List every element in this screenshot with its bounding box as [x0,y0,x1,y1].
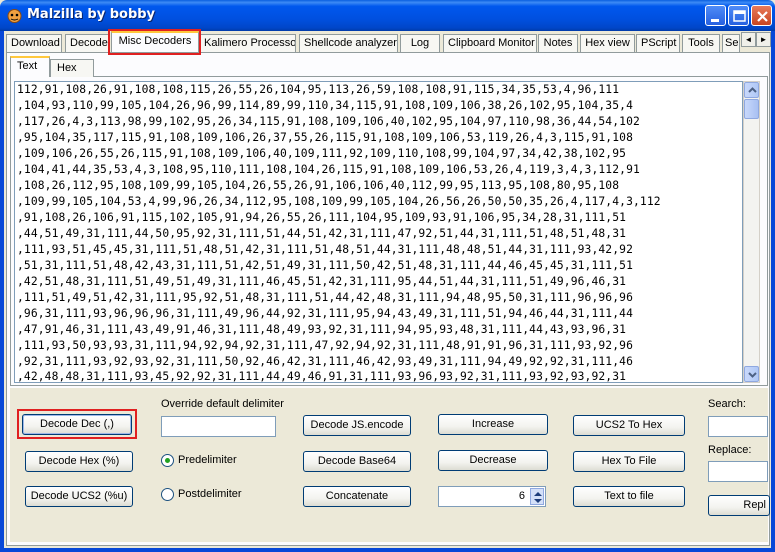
concatenate-button[interactable]: Concatenate [303,486,411,507]
window-frame-bottom [0,548,775,552]
subtab-label: Text [17,60,38,72]
tab-pscript[interactable]: PScript [636,34,680,52]
tab-label: Notes [543,37,573,49]
text-line: ,111,93,50,93,93,31,111,94,92,94,92,31,1… [17,339,633,352]
chevron-down-icon [748,372,757,378]
text-line: ,117,26,4,3,113,98,99,102,95,26,34,115,9… [17,115,640,128]
subtab-label: Hex [57,62,77,74]
tab-notes[interactable]: Notes [538,34,578,52]
radio-selected-dot [165,458,170,463]
close-icon [757,11,768,22]
replace-button[interactable]: Repl [708,495,770,516]
tab-label: Tools [688,37,714,49]
predelimiter-label: Predelimiter [178,454,237,466]
ucs2-to-hex-button[interactable]: UCS2 To Hex [573,415,685,436]
decode-ucs2-button[interactable]: Decode UCS2 (%u) [25,486,133,507]
delimiter-label: Override default delimiter [161,398,284,410]
replace-input[interactable] [708,461,768,482]
tab-decoder[interactable]: Decoder [65,34,109,52]
maximize-icon [733,10,746,22]
step-spinner[interactable]: 6 [438,486,546,507]
tab-hex-view[interactable]: Hex view [580,34,635,52]
tab-log[interactable]: Log [400,34,440,52]
minimize-icon [711,19,719,22]
spinner-buttons[interactable] [530,488,544,505]
search-label: Search: [708,398,746,410]
vertical-scrollbar[interactable] [743,81,760,383]
hex-to-file-button[interactable]: Hex To File [573,451,685,472]
tab-label: Hex view [585,37,630,49]
title-bar[interactable]: Malzilla by bobby [0,0,775,31]
text-line: ,104,41,44,35,53,4,3,108,95,110,111,108,… [17,163,640,176]
tab-label: Decoder [70,37,109,49]
minimize-button[interactable] [705,5,726,26]
tab-search[interactable]: Se [722,34,740,52]
chevron-right-icon: ► [759,35,768,44]
search-input[interactable] [708,416,768,437]
text-line: ,109,106,26,55,26,115,91,108,109,106,40,… [17,147,627,160]
decode-js-encode-button[interactable]: Decode JS.encode [303,415,411,436]
decoder-text-area[interactable]: 112,91,108,26,91,108,108,115,26,55,26,10… [14,81,743,383]
text-line: ,104,93,110,99,105,104,26,96,99,114,89,9… [17,99,633,112]
text-line: ,96,31,111,93,96,96,96,31,111,49,96,44,9… [17,307,633,320]
scroll-thumb[interactable] [744,99,759,119]
increase-button[interactable]: Increase [438,414,548,435]
text-line: 112,91,108,26,91,108,108,115,26,55,26,10… [17,83,620,96]
decode-dec-button[interactable]: Decode Dec (,) [22,414,132,435]
app-icon [7,9,22,23]
chevron-up-icon [748,87,757,93]
window-frame-right [771,31,775,552]
text-line: ,91,108,26,106,91,115,102,105,91,94,26,5… [17,211,627,224]
maximize-button[interactable] [728,5,749,26]
text-line: ,95,104,35,117,115,91,108,109,106,26,37,… [17,131,633,144]
decode-hex-button[interactable]: Decode Hex (%) [25,451,133,472]
subtab-hex[interactable]: Hex [50,59,94,77]
tab-clipboard-monitor[interactable]: Clipboard Monitor [443,34,537,52]
postdelimiter-label: Postdelimiter [178,488,242,500]
window-title: Malzilla by bobby [27,7,156,22]
tab-label: Kalimero Processor [204,37,296,49]
text-line: ,111,93,51,45,45,31,111,51,48,51,42,31,1… [17,243,633,256]
tab-label: Se [725,37,739,49]
text-line: ,44,51,49,31,111,44,50,95,92,31,111,51,4… [17,227,627,240]
spinner-value: 6 [518,490,525,502]
tab-label: Clipboard Monitor [448,37,535,49]
tab-scroll-right-button[interactable]: ► [756,32,771,47]
postdelimiter-radio[interactable] [161,488,174,501]
text-line: ,92,31,111,93,92,93,92,31,111,50,92,46,4… [17,355,633,368]
text-line: ,47,91,46,31,111,43,49,91,46,31,111,48,4… [17,323,627,336]
scroll-up-button[interactable] [744,82,759,98]
close-button[interactable] [751,5,772,26]
text-line: ,109,99,105,104,53,4,99,96,26,34,112,95,… [17,195,661,208]
scroll-down-button[interactable] [744,366,759,382]
text-line: ,51,31,111,51,48,42,43,31,111,51,42,51,4… [17,259,633,272]
text-line: ,42,48,48,31,111,93,45,92,92,31,111,44,4… [17,370,627,383]
tab-download[interactable]: Download [6,34,62,52]
tab-shellcode-analyzer[interactable]: Shellcode analyzer [299,34,398,52]
decode-base64-button[interactable]: Decode Base64 [303,451,411,472]
tab-scroll-left-button[interactable]: ◄ [741,32,756,47]
text-line: ,108,26,112,95,108,109,99,105,104,26,55,… [17,179,620,192]
chevron-left-icon: ◄ [744,35,753,44]
delimiter-input[interactable] [161,416,276,437]
tab-tools[interactable]: Tools [682,34,720,52]
tab-label: Download [11,37,60,49]
text-line: ,111,51,49,51,42,31,111,95,92,51,48,31,1… [17,291,633,304]
tab-kalimero-processor[interactable]: Kalimero Processor [199,34,296,52]
replace-label: Replace: [708,444,752,456]
predelimiter-radio[interactable] [161,454,174,467]
spinner-arrows-icon [534,492,542,503]
tab-label: Log [410,37,430,49]
tab-misc-decoders[interactable]: Misc Decoders [111,31,199,52]
tab-label: Shellcode analyzer [304,37,397,49]
tab-label: Misc Decoders [118,35,192,47]
subtab-text[interactable]: Text [10,56,50,77]
text-to-file-button[interactable]: Text to file [573,486,685,507]
text-line: ,42,51,48,31,111,51,49,51,49,31,111,46,4… [17,275,627,288]
decrease-button[interactable]: Decrease [438,450,548,471]
tab-label: PScript [641,37,677,49]
window-frame-left [0,31,4,552]
